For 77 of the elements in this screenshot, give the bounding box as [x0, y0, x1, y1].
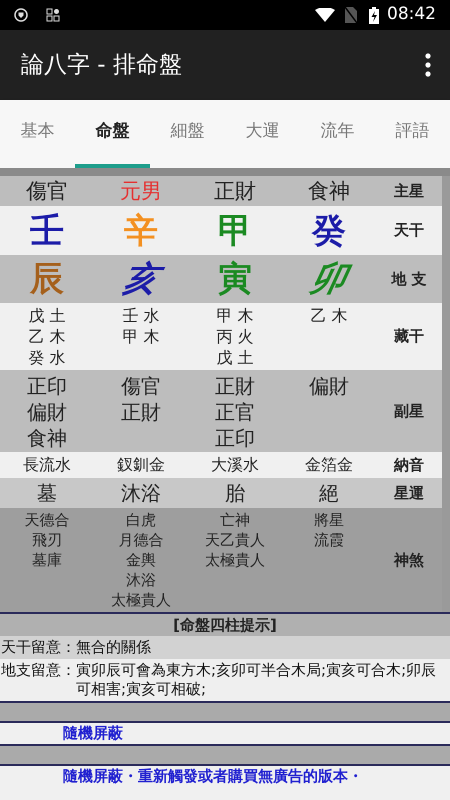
ad-link[interactable]: 隨機屏蔽 [63, 722, 123, 745]
heavenly-stem-text: 辛 [124, 214, 158, 248]
hidden-stem-text: 乙 木 [28, 326, 66, 347]
star-luck-text: 胎 [225, 480, 245, 507]
shensha-text: 將星 [314, 510, 344, 530]
row-label: 藏干 [394, 326, 424, 348]
hidden-stem-text: 戊 土 [28, 305, 66, 326]
hidden-stem-text: 甲 木 [122, 326, 160, 347]
hint-text: 無合的關係 [76, 638, 151, 657]
sub-star-text: 食神 [27, 425, 67, 451]
shensha-text: 月德合 [118, 530, 164, 550]
heavenly-stem-text: 甲 [218, 214, 252, 248]
shensha-text: 流霞 [314, 530, 344, 550]
heavenly-stem-text: 癸 [312, 214, 346, 248]
earthly-branch-text: 寅 [218, 262, 252, 296]
nayin-text: 金箔金 [305, 454, 353, 476]
earthly-branch-text: 辰 [30, 262, 64, 296]
star-luck-text: 絕 [319, 480, 339, 507]
main-star-text: 傷官 [26, 180, 68, 202]
sub-star-text: 正財 [121, 399, 161, 425]
shensha-text: 飛刃 [32, 530, 62, 550]
row-label: 主星 [394, 180, 424, 202]
shield-icon [14, 8, 28, 22]
tab[interactable]: 大運 [225, 100, 300, 168]
main-star-text: 食神 [308, 180, 350, 202]
wifi-icon [315, 8, 335, 22]
sub-star-text: 正財 [215, 373, 255, 399]
shensha-text: 天乙貴人 [205, 530, 265, 550]
no-sim-icon [345, 7, 357, 23]
hint-label: 天干留意： [1, 638, 76, 657]
shensha-text: 太極貴人 [205, 550, 265, 570]
star-luck-text: 墓 [37, 480, 57, 507]
shensha-text: 亡神 [220, 510, 250, 530]
sub-star-text: 偏財 [309, 373, 349, 399]
hidden-stem-text: 壬 水 [122, 305, 160, 326]
ad-link[interactable]: 隨機屏蔽・重新觸發或者購買無廣告的版本・ [63, 765, 363, 788]
row-label: 地 支 [391, 268, 427, 290]
shensha-text: 沐浴 [126, 570, 156, 590]
grid-icon [46, 8, 60, 22]
hint-text: 寅卯辰可會為東方木;亥卯可半合木局;寅亥可合木;卯辰可相害;寅亥可相破; [76, 661, 438, 699]
sub-star-text: 偏財 [27, 399, 67, 425]
hidden-stem-text: 乙 木 [310, 305, 348, 326]
tab[interactable]: 細盤 [150, 100, 225, 168]
nayin-text: 大溪水 [211, 454, 259, 476]
sub-star-text: 正印 [27, 373, 67, 399]
row-label: 天干 [394, 220, 424, 242]
row-label: 星運 [394, 482, 424, 504]
row-label: 副星 [394, 400, 424, 422]
sub-star-text: 正印 [215, 425, 255, 451]
row-label: 納音 [394, 454, 424, 476]
hidden-stem-text: 癸 水 [28, 347, 66, 368]
nayin-text: 釵釧金 [117, 454, 165, 476]
app-title: 論八字 - 排命盤 [21, 50, 183, 80]
shensha-text: 太極貴人 [111, 590, 171, 610]
hint-label: 地支留意： [1, 661, 76, 681]
hidden-stem-text: 甲 木 [216, 305, 254, 326]
hint-title: [命盤四柱提示] [173, 614, 277, 636]
tab[interactable]: 評語 [375, 100, 450, 168]
sub-star-text: 正官 [215, 399, 255, 425]
clock-text: 08:42 [387, 3, 436, 26]
shensha-text: 墓庫 [32, 550, 62, 570]
tab[interactable]: 基本 [0, 100, 75, 168]
shensha-text: 白虎 [126, 510, 156, 530]
shensha-text: 金輿 [126, 550, 156, 570]
nayin-text: 長流水 [23, 454, 71, 476]
battery-charging-icon [369, 6, 379, 24]
hidden-stem-text: 丙 火 [216, 326, 254, 347]
shensha-text: 天德合 [24, 510, 70, 530]
main-star-text: 正財 [214, 180, 256, 202]
sub-star-text: 傷官 [121, 373, 161, 399]
tab[interactable]: 流年 [300, 100, 375, 168]
hidden-stem-text: 戊 土 [216, 347, 254, 368]
main-star-text: 元男 [120, 180, 162, 202]
more-dots-icon [425, 53, 431, 77]
heavenly-stem-text: 壬 [30, 214, 64, 248]
star-luck-text: 沐浴 [121, 480, 161, 507]
row-label: 神煞 [394, 550, 424, 571]
